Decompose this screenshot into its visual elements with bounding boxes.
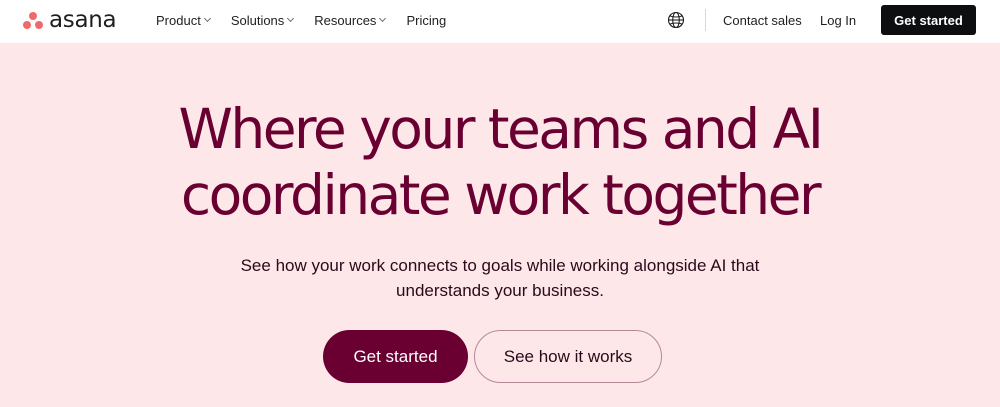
main-nav: Product Solutions Resources Pricing	[156, 0, 467, 40]
chevron-down-icon	[203, 14, 211, 23]
nav-item-label: Pricing	[406, 12, 447, 28]
chevron-down-icon	[287, 14, 295, 23]
nav-item-label: Solutions	[230, 12, 285, 28]
subtitle-line-2: understands your business.	[396, 281, 604, 300]
subtitle-line-1: See how your work connects to goals whil…	[240, 256, 760, 275]
asana-logo[interactable]: asana	[22, 7, 117, 33]
nav-item-product[interactable]: Product	[156, 12, 211, 28]
headline-line-1: Where your teams and AI	[178, 97, 824, 161]
globe-icon[interactable]	[667, 11, 685, 29]
asana-dots-icon	[22, 11, 44, 29]
login-link[interactable]: Log In	[820, 13, 856, 28]
nav-item-resources[interactable]: Resources	[314, 12, 387, 28]
headline-line-2: coordinate work together	[180, 163, 822, 227]
top-navigation-bar: asana Product Solutions Resources Pricin…	[0, 0, 1000, 43]
nav-item-pricing[interactable]: Pricing	[406, 13, 446, 28]
hero-section: Where your teams and AI coordinate work …	[0, 43, 1000, 407]
hero-subtitle: See how your work connects to goals whil…	[0, 253, 1000, 303]
see-how-it-works-button[interactable]: See how it works	[474, 330, 662, 383]
logo-text: asana	[49, 7, 117, 33]
nav-divider	[705, 9, 706, 31]
nav-item-label: Resources	[314, 12, 377, 28]
hero-get-started-button[interactable]: Get started	[323, 330, 468, 383]
nav-item-label: Product	[156, 12, 201, 28]
chevron-down-icon	[379, 14, 387, 23]
nav-item-solutions[interactable]: Solutions	[230, 12, 295, 28]
contact-sales-link[interactable]: Contact sales	[723, 13, 802, 28]
hero-headline: Where your teams and AI coordinate work …	[0, 96, 1000, 228]
header-get-started-button[interactable]: Get started	[881, 5, 976, 35]
